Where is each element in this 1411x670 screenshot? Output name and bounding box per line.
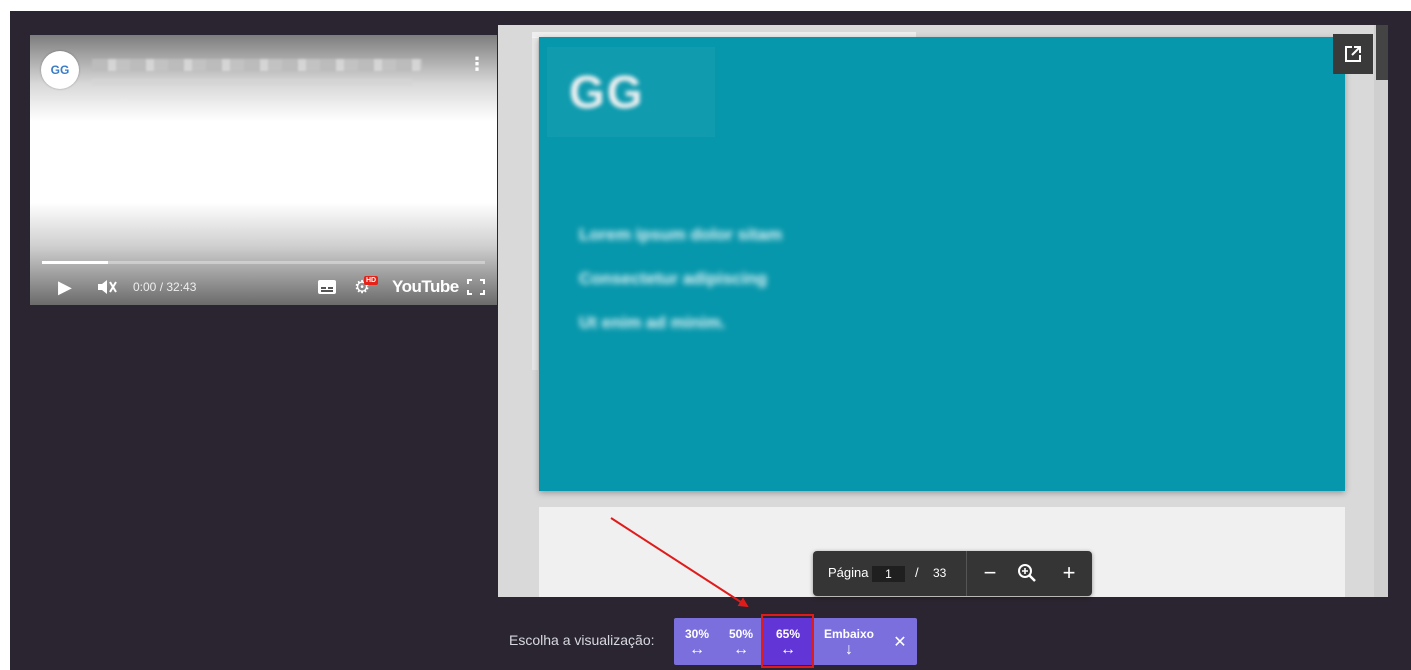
annotation-arrow	[610, 517, 749, 608]
annotation-highlight-box	[761, 614, 814, 668]
